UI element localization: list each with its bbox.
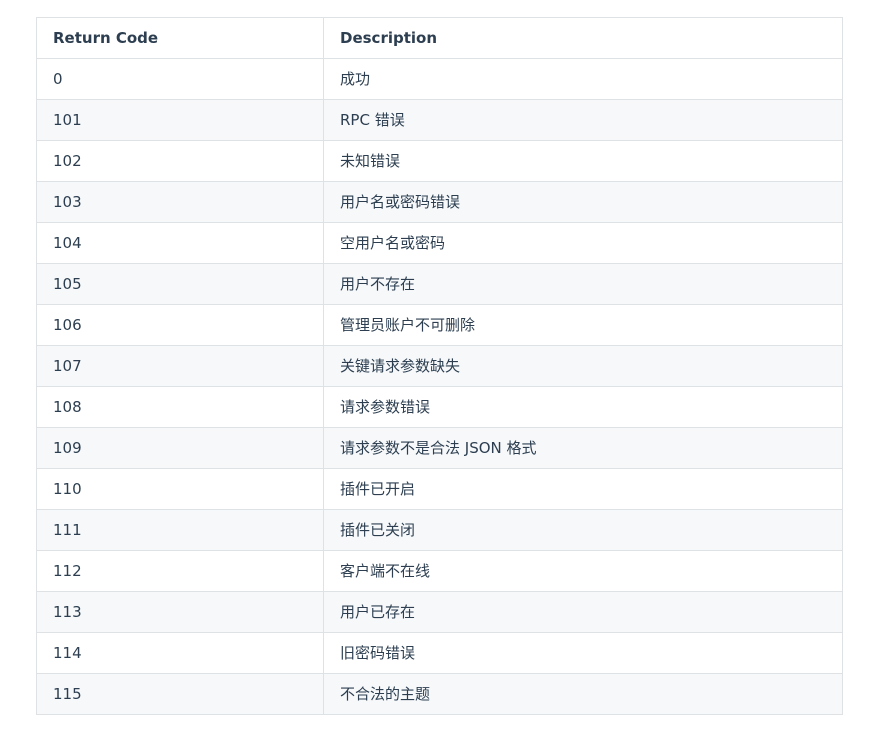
table-row: 115 不合法的主题 bbox=[36, 673, 843, 715]
table-row: 111 插件已关闭 bbox=[36, 509, 843, 551]
table-row: 104 空用户名或密码 bbox=[36, 222, 843, 264]
description-cell: 请求参数错误 bbox=[323, 386, 843, 428]
table-header-row: Return Code Description bbox=[36, 17, 843, 59]
return-code-cell: 111 bbox=[36, 509, 324, 551]
return-code-cell: 0 bbox=[36, 58, 324, 100]
return-code-cell: 103 bbox=[36, 181, 324, 223]
return-code-cell: 108 bbox=[36, 386, 324, 428]
description-cell: 空用户名或密码 bbox=[323, 222, 843, 264]
column-header-description: Description bbox=[323, 17, 843, 59]
return-code-cell: 110 bbox=[36, 468, 324, 510]
description-cell: 成功 bbox=[323, 58, 843, 100]
return-code-cell: 106 bbox=[36, 304, 324, 346]
table-row: 109 请求参数不是合法 JSON 格式 bbox=[36, 427, 843, 469]
table-row: 105 用户不存在 bbox=[36, 263, 843, 305]
table-row: 114 旧密码错误 bbox=[36, 632, 843, 674]
description-cell: 用户已存在 bbox=[323, 591, 843, 633]
description-cell: 不合法的主题 bbox=[323, 673, 843, 715]
return-code-table-container: Return Code Description 0 成功 101 RPC 错误 … bbox=[36, 17, 843, 715]
return-code-cell: 112 bbox=[36, 550, 324, 592]
description-cell: 管理员账户不可删除 bbox=[323, 304, 843, 346]
table-row: 112 客户端不在线 bbox=[36, 550, 843, 592]
table-row: 110 插件已开启 bbox=[36, 468, 843, 510]
table-row: 0 成功 bbox=[36, 58, 843, 100]
return-code-cell: 113 bbox=[36, 591, 324, 633]
table-row: 108 请求参数错误 bbox=[36, 386, 843, 428]
return-code-cell: 114 bbox=[36, 632, 324, 674]
description-cell: 请求参数不是合法 JSON 格式 bbox=[323, 427, 843, 469]
table-row: 102 未知错误 bbox=[36, 140, 843, 182]
description-cell: 未知错误 bbox=[323, 140, 843, 182]
return-code-cell: 107 bbox=[36, 345, 324, 387]
description-cell: 用户不存在 bbox=[323, 263, 843, 305]
description-cell: 关键请求参数缺失 bbox=[323, 345, 843, 387]
return-code-cell: 109 bbox=[36, 427, 324, 469]
column-header-return-code: Return Code bbox=[36, 17, 324, 59]
return-code-cell: 102 bbox=[36, 140, 324, 182]
return-code-cell: 104 bbox=[36, 222, 324, 264]
table-row: 106 管理员账户不可删除 bbox=[36, 304, 843, 346]
table-row: 113 用户已存在 bbox=[36, 591, 843, 633]
return-code-cell: 115 bbox=[36, 673, 324, 715]
description-cell: 旧密码错误 bbox=[323, 632, 843, 674]
description-cell: 插件已关闭 bbox=[323, 509, 843, 551]
description-cell: 插件已开启 bbox=[323, 468, 843, 510]
table-row: 103 用户名或密码错误 bbox=[36, 181, 843, 223]
description-cell: RPC 错误 bbox=[323, 99, 843, 141]
table-row: 101 RPC 错误 bbox=[36, 99, 843, 141]
return-code-cell: 101 bbox=[36, 99, 324, 141]
table-row: 107 关键请求参数缺失 bbox=[36, 345, 843, 387]
description-cell: 客户端不在线 bbox=[323, 550, 843, 592]
description-cell: 用户名或密码错误 bbox=[323, 181, 843, 223]
return-code-table: Return Code Description 0 成功 101 RPC 错误 … bbox=[36, 17, 843, 715]
return-code-cell: 105 bbox=[36, 263, 324, 305]
